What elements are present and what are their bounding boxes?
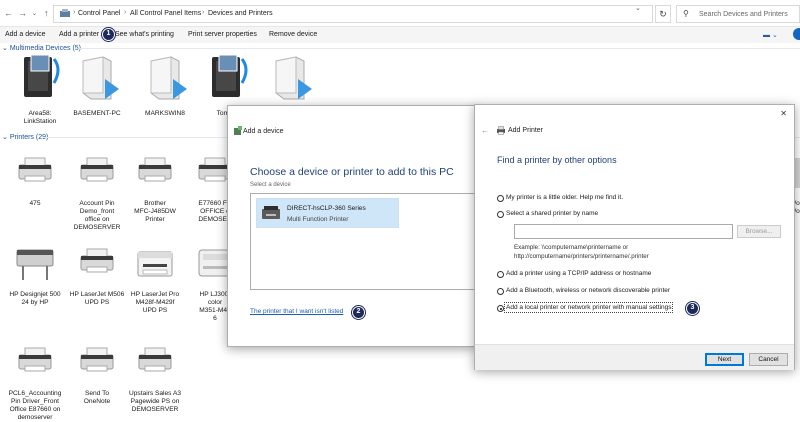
step-3-badge: 3 [686, 302, 699, 315]
address-dropdown-icon[interactable]: ⌄ [635, 4, 641, 12]
breadcrumb-control-panel[interactable]: Control Panel [78, 10, 120, 17]
media-server-icon [206, 53, 250, 105]
search-icon: ⚲ [683, 9, 689, 18]
printer-icon [135, 155, 175, 187]
large-printer-icon [15, 246, 55, 284]
option-bluetooth-label[interactable]: Add a Bluetooth, wireless or network dis… [506, 287, 670, 294]
collapse-chevron-icon: ⌄ [2, 45, 10, 52]
next-button[interactable]: Next [705, 353, 744, 366]
printer-icon [77, 246, 117, 278]
option-bluetooth-radio[interactable] [497, 288, 504, 295]
control-panel-icon [60, 9, 70, 17]
group-header-multimedia[interactable]: ⌄ Multimedia Devices (5) [2, 44, 81, 52]
option-shared-printer-label[interactable]: Select a shared printer by name [506, 210, 598, 217]
example-text-line2: http://computername/printers/printername… [514, 253, 649, 260]
refresh-icon[interactable]: ↻ [655, 5, 671, 23]
breadcrumb-all-items[interactable]: All Control Panel Items [130, 10, 201, 17]
mfp-icon [135, 246, 175, 282]
remove-device-button[interactable]: Remove device [269, 31, 317, 38]
device-type: Multi Function Printer [287, 216, 349, 223]
help-icon[interactable] [793, 28, 800, 40]
device-item-selected[interactable]: DIRECT-hsCLP-360 Series Multi Function P… [256, 198, 399, 228]
printer-icon [15, 155, 55, 187]
printer-icon [497, 126, 505, 135]
printer-icon [77, 345, 117, 377]
printer-icon [77, 155, 117, 187]
forward-arrow-icon[interactable]: → [18, 8, 27, 18]
option-older-printer-radio[interactable] [497, 195, 504, 202]
mfp-device-icon [262, 206, 280, 219]
printer-icon [15, 345, 55, 377]
breadcrumb-separator-icon: › [124, 9, 127, 16]
see-printing-button[interactable]: See what's printing [115, 31, 174, 38]
printer-icon [135, 345, 175, 377]
option-local-printer-radio[interactable] [497, 305, 504, 312]
dialog-title: Add Printer [508, 127, 544, 134]
printer-label: PCL6_Accounting Pin Driver_Front Office … [8, 390, 62, 421]
option-shared-printer-radio[interactable] [497, 211, 504, 218]
cancel-button[interactable]: Cancel [749, 353, 788, 366]
dialog-footer [475, 344, 794, 370]
printer-not-listed-link[interactable]: The printer that I want isn't listed [250, 308, 343, 315]
back-arrow-icon[interactable]: ← [4, 8, 13, 18]
step-2-badge: 2 [352, 306, 365, 319]
device-name: DIRECT-hsCLP-360 Series [287, 205, 366, 212]
dialog-title: Add a device [243, 128, 284, 135]
option-older-printer-label[interactable]: My printer is a little older. Help me fi… [506, 194, 623, 201]
step-1-badge: 1 [102, 28, 115, 41]
device-list[interactable]: DIRECT-hsCLP-360 Series Multi Function P… [250, 193, 478, 290]
group-divider [80, 48, 800, 49]
close-icon[interactable]: ✕ [780, 109, 787, 118]
printer-label: 475 [29, 200, 41, 207]
breadcrumb[interactable]: › Control Panel › All Control Panel Item… [53, 5, 653, 23]
printer-label: Upstairs Sales A3 Pagewide PS on DEMOSER… [128, 390, 182, 413]
dialog-heading: Choose a device or printer to add to thi… [250, 166, 454, 178]
view-options-icon[interactable]: ▬ ⌄ [763, 31, 778, 39]
collapse-chevron-icon: ⌄ [2, 134, 10, 141]
pc-stream-icon [268, 53, 312, 105]
command-bar: Add a device Add a printer 1 See what's … [0, 27, 800, 43]
add-device-icon [234, 126, 242, 135]
shared-printer-name-input[interactable] [514, 224, 733, 239]
browse-button[interactable]: Browse... [737, 225, 781, 238]
group-header-printers[interactable]: ⌄ Printers (29) [2, 133, 48, 141]
select-device-label: Select a device [250, 182, 291, 188]
breadcrumb-devices-printers[interactable]: Devices and Printers [208, 10, 273, 17]
device-label: BASEMENT-PC [73, 110, 121, 117]
back-arrow-icon[interactable]: ← [481, 126, 489, 135]
search-placeholder: Search Devices and Printers [699, 11, 788, 18]
breadcrumb-separator-icon: › [202, 9, 205, 16]
search-input[interactable]: ⚲ Search Devices and Printers [676, 5, 800, 23]
group-label: Printers (29) [9, 134, 49, 141]
add-printer-dialog: ✕ ← Add Printer Find a printer by other … [474, 104, 795, 370]
recent-chevron-icon[interactable]: ⌄ [32, 10, 37, 17]
example-text-line1: Example: \\computername\printername or [514, 244, 629, 251]
add-device-button[interactable]: Add a device [5, 31, 45, 38]
address-bar: ← → ⌄ ↑ › Control Panel › All Control Pa… [0, 0, 800, 27]
add-device-dialog: Add a device Choose a device or printer … [227, 105, 478, 347]
group-label: Multimedia Devices (5) [9, 45, 81, 52]
printer-label: HP Designjet 500 24 by HP [9, 291, 61, 306]
dialog-heading: Find a printer by other options [497, 155, 617, 165]
option-tcpip-radio[interactable] [497, 271, 504, 278]
add-printer-button[interactable]: Add a printer [59, 31, 99, 38]
option-tcpip-label[interactable]: Add a printer using a TCP/IP address or … [506, 270, 651, 277]
breadcrumb-separator-icon: › [73, 9, 76, 16]
pc-stream-icon [75, 53, 119, 105]
media-server-icon [18, 53, 62, 105]
print-server-properties-button[interactable]: Print server properties [188, 31, 257, 38]
pc-stream-icon [143, 53, 187, 105]
option-local-printer-label[interactable]: Add a local printer or network printer w… [503, 302, 674, 313]
device-label: MARKSWIN8 [145, 110, 185, 117]
up-arrow-icon[interactable]: ↑ [44, 8, 49, 18]
